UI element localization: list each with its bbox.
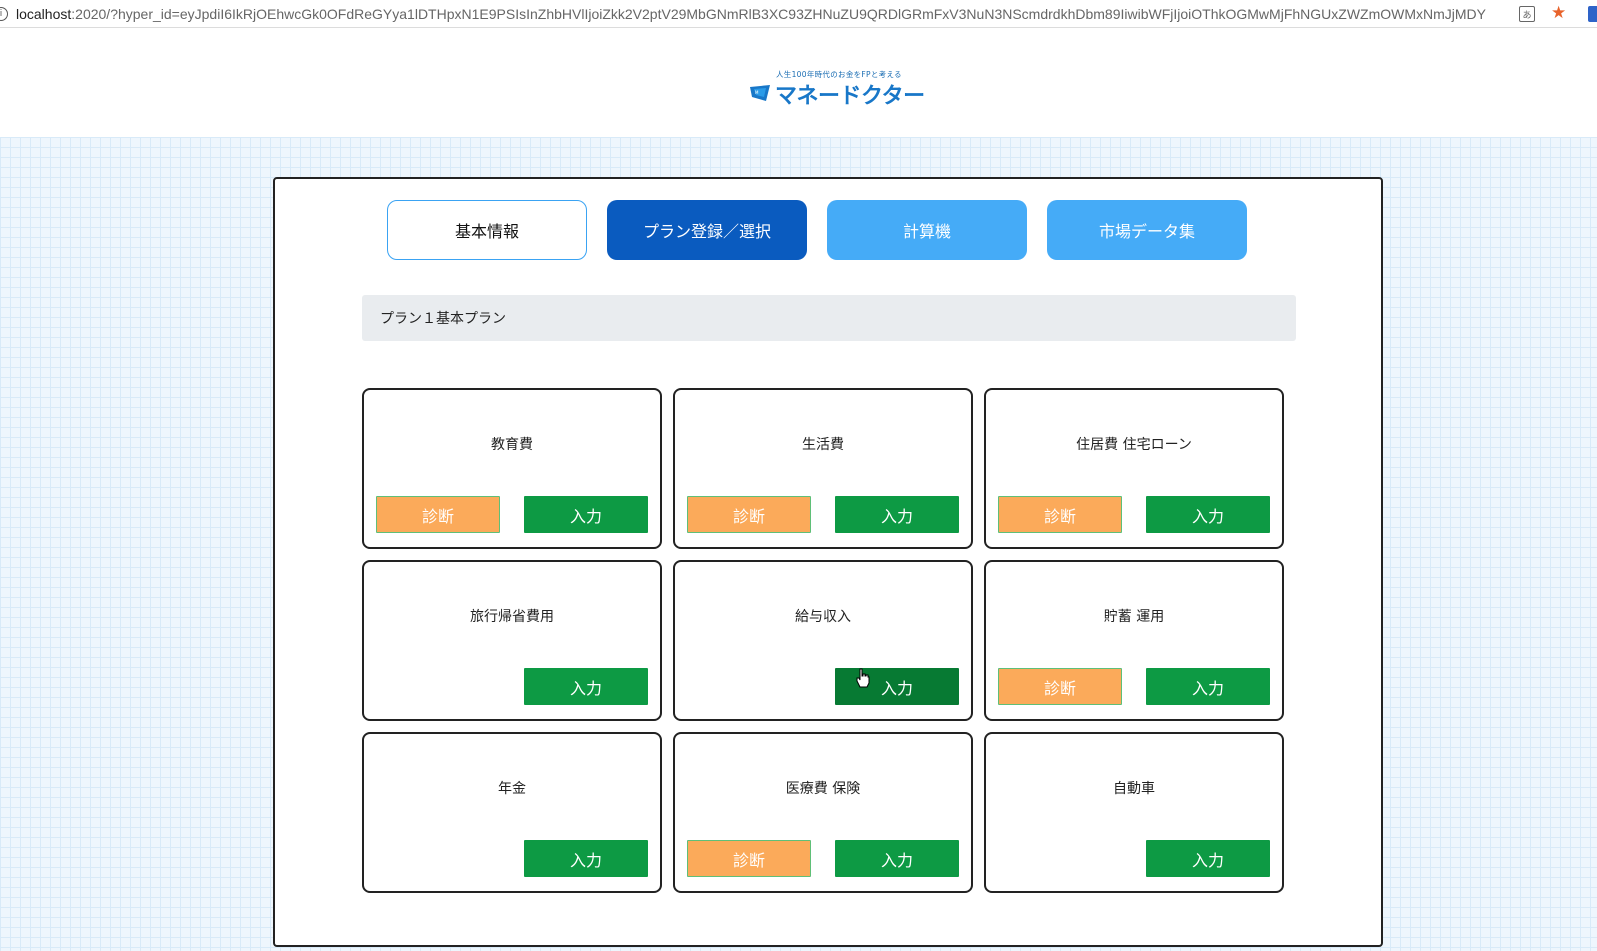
- card-travel: 旅行帰省費用 入力: [362, 560, 662, 721]
- input-button[interactable]: 入力: [835, 668, 959, 705]
- nav-tabs: 基本情報 プラン登録／選択 計算機 市場データ集: [387, 200, 1257, 260]
- url-text[interactable]: localhost:2020/?hyper_id=eyJpdiI6IkRjOEh…: [16, 6, 1486, 22]
- plan-title-bar: プラン１基本プラン: [362, 295, 1296, 341]
- card-pension: 年金 入力: [362, 732, 662, 893]
- diagnose-button[interactable]: 診断: [687, 840, 811, 877]
- card-title: 自動車: [1113, 781, 1155, 797]
- card-title: 教育費: [491, 437, 533, 453]
- card-medical: 医療費 保険 診断 入力: [673, 732, 973, 893]
- card-title: 給与収入: [795, 609, 851, 625]
- input-button[interactable]: 入力: [524, 496, 648, 533]
- input-button[interactable]: 入力: [524, 840, 648, 877]
- card-title: 生活費: [802, 437, 844, 453]
- input-button[interactable]: 入力: [1146, 496, 1270, 533]
- browser-address-bar[interactable]: i localhost:2020/?hyper_id=eyJpdiI6IkRjO…: [0, 0, 1597, 28]
- translate-icon[interactable]: あ: [1519, 6, 1535, 22]
- card-education: 教育費 診断 入力: [362, 388, 662, 549]
- input-button[interactable]: 入力: [835, 840, 959, 877]
- category-grid: 教育費 診断 入力 生活費 診断 入力 住居費 住宅ローン 診断 入力 旅行帰省…: [362, 388, 1286, 898]
- input-button[interactable]: 入力: [835, 496, 959, 533]
- input-button[interactable]: 入力: [1146, 840, 1270, 877]
- tab-calculator[interactable]: 計算機: [827, 200, 1027, 260]
- main-panel: 基本情報 プラン登録／選択 計算機 市場データ集 プラン１基本プラン 教育費 診…: [273, 177, 1383, 947]
- url-host: localhost: [16, 5, 72, 22]
- card-salary: 給与収入 入力: [673, 560, 973, 721]
- tab-basic-info[interactable]: 基本情報: [387, 200, 587, 260]
- card-title: 旅行帰省費用: [470, 609, 554, 625]
- bookmark-star-icon[interactable]: ★: [1551, 3, 1566, 23]
- card-housing: 住居費 住宅ローン 診断 入力: [984, 388, 1284, 549]
- card-car: 自動車 入力: [984, 732, 1284, 893]
- card-title: 住居費 住宅ローン: [1076, 437, 1192, 453]
- input-button[interactable]: 入力: [524, 668, 648, 705]
- card-title: 年金: [498, 781, 526, 797]
- extension-icon[interactable]: [1588, 6, 1597, 22]
- url-path: :2020/?hyper_id=eyJpdiI6IkRjOEhwcGk0OFdR…: [71, 5, 1486, 22]
- tab-market-data[interactable]: 市場データ集: [1047, 200, 1247, 260]
- card-title: 医療費 保険: [785, 781, 861, 797]
- hand-cursor-icon: [856, 668, 870, 688]
- diagnose-button[interactable]: 診断: [376, 496, 500, 533]
- site-header: 人生100年時代のお金をFPと考える M マネードクター: [0, 29, 1597, 137]
- card-title: 貯蓄 運用: [1103, 609, 1165, 625]
- tab-plan-register[interactable]: プラン登録／選択: [607, 200, 807, 260]
- diagnose-button[interactable]: 診断: [998, 668, 1122, 705]
- money-doctor-logo[interactable]: 人生100年時代のお金をFPと考える M マネードクター: [748, 69, 925, 109]
- card-savings: 貯蓄 運用 診断 入力: [984, 560, 1284, 721]
- diagnose-button[interactable]: 診断: [998, 496, 1122, 533]
- info-icon[interactable]: i: [0, 6, 8, 21]
- svg-text:M: M: [755, 90, 759, 95]
- logo-name: マネードクター: [775, 84, 925, 109]
- logo-mark-icon: M: [750, 85, 770, 101]
- card-living: 生活費 診断 入力: [673, 388, 973, 549]
- diagnose-button[interactable]: 診断: [687, 496, 811, 533]
- plan-title: プラン１基本プラン: [380, 311, 506, 327]
- input-button[interactable]: 入力: [1146, 668, 1270, 705]
